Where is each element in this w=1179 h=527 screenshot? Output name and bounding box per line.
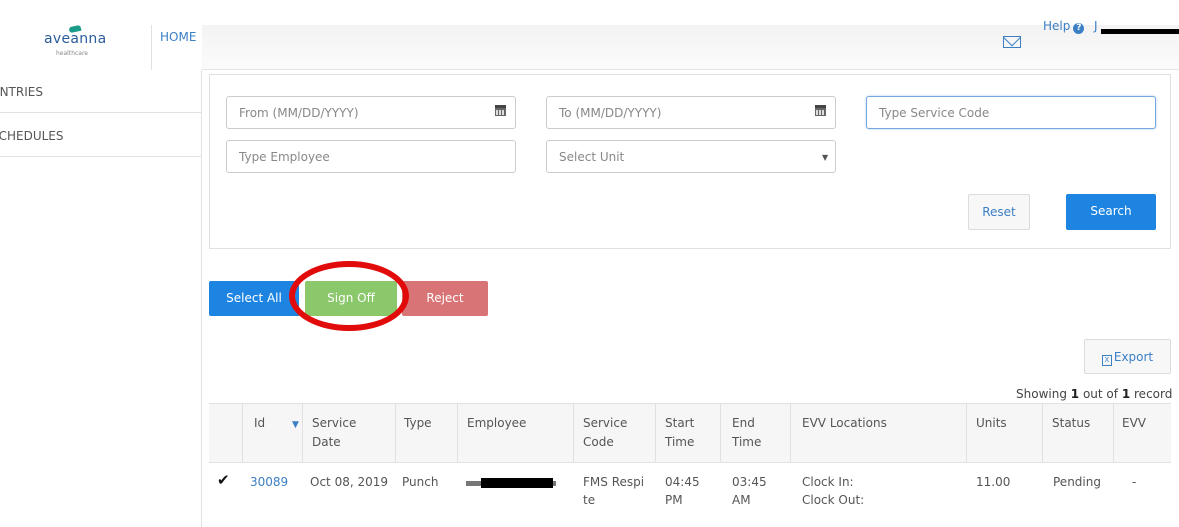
column-header-id[interactable]: Id (254, 414, 265, 433)
showing-current: 1 (1070, 387, 1080, 401)
reject-button[interactable]: Reject (402, 281, 488, 316)
row-end-time-line2: AM (732, 493, 751, 507)
aveanna-logo[interactable]: aveanna healthcare (44, 24, 107, 57)
export-icon: X (1101, 355, 1112, 366)
column-header-employee[interactable]: Employee (467, 414, 526, 433)
column-header-type[interactable]: Type (404, 414, 432, 433)
from-date-field[interactable]: From (MM/DD/YYYY) (226, 96, 516, 129)
help-question-icon: ? (1073, 23, 1085, 34)
column-header-units[interactable]: Units (976, 414, 1007, 433)
column-divider (655, 403, 656, 463)
redacted-username (1101, 29, 1179, 34)
showing-total: 1 (1121, 387, 1131, 401)
column-divider (720, 403, 721, 463)
column-divider (302, 403, 303, 463)
service-code-placeholder: Type Service Code (879, 106, 990, 120)
logo-subtext: healthcare (56, 50, 88, 57)
export-button[interactable]: X Export (1084, 339, 1171, 374)
column-divider (573, 403, 574, 463)
sidebar: ENTRIES SCHEDULES (0, 70, 202, 527)
service-code-input[interactable]: Type Service Code (866, 96, 1156, 129)
search-button[interactable]: Search (1066, 194, 1156, 230)
reset-button[interactable]: Reset (968, 194, 1030, 230)
sort-desc-icon[interactable]: ▼ (292, 420, 299, 430)
column-divider (242, 403, 243, 463)
to-date-placeholder: To (MM/DD/YYYY) (559, 106, 662, 120)
row-evv-clock-out: Clock Out: (802, 493, 865, 507)
row-service-code-line1: FMS Respi (583, 475, 645, 489)
column-divider (966, 403, 967, 463)
sidebar-item-schedules[interactable]: SCHEDULES (0, 114, 202, 157)
showing-middle: out of (1082, 387, 1118, 401)
row-evv: - (1132, 475, 1137, 489)
row-checkbox-checked[interactable]: ✔ (217, 471, 230, 489)
row-start-time-line1: 04:45 (665, 475, 700, 489)
row-end-time-line1: 03:45 (732, 475, 767, 489)
row-id-link[interactable]: 30089 (250, 473, 288, 491)
export-label: Export (1113, 350, 1154, 364)
column-divider (1113, 403, 1114, 463)
column-header-status[interactable]: Status (1052, 414, 1090, 433)
column-header-start-time[interactable]: Start Time (665, 414, 705, 452)
sidebar-item-label: ENTRIES (0, 85, 43, 99)
top-header: aveanna healthcare HOME Help? J (0, 0, 1179, 70)
unit-select[interactable]: Select Unit (546, 140, 836, 173)
highlight-circle-annotation (289, 261, 409, 331)
logo-text: aveanna (44, 31, 107, 47)
redacted-employee-bar (481, 478, 553, 488)
help-link[interactable]: Help? (1043, 19, 1085, 34)
row-service-date: Oct 08, 2019 (310, 475, 388, 489)
row-evv-clock-in: Clock In: (802, 475, 854, 489)
showing-prefix: Showing (1016, 387, 1067, 401)
column-divider (1042, 403, 1043, 463)
chevron-down-icon: ▼ (822, 153, 829, 162)
column-divider (395, 403, 396, 463)
row-status: Pending (1053, 475, 1101, 489)
column-header-service-date[interactable]: Service Date (312, 414, 372, 452)
user-menu[interactable]: J (1094, 19, 1098, 33)
column-divider (457, 403, 458, 463)
employee-placeholder: Type Employee (239, 150, 330, 164)
row-start-time-line2: PM (665, 493, 683, 507)
showing-suffix: record (1134, 387, 1173, 401)
from-date-placeholder: From (MM/DD/YYYY) (239, 106, 359, 120)
calendar-icon[interactable] (815, 105, 826, 116)
unit-select-value: Select Unit (559, 150, 625, 164)
calendar-icon[interactable] (495, 105, 506, 116)
nav-home-tab[interactable]: HOME (160, 30, 196, 44)
record-count-text: Showing 1 out of 1 record (1016, 387, 1172, 401)
active-tab-caret (176, 62, 192, 70)
column-header-evv[interactable]: EVV (1122, 414, 1146, 433)
select-all-button[interactable]: Select All (209, 281, 299, 316)
header-bar (202, 25, 1179, 70)
employee-input[interactable]: Type Employee (226, 140, 516, 173)
sidebar-item-label: SCHEDULES (0, 129, 64, 143)
mail-icon[interactable] (1003, 36, 1021, 48)
row-units: 11.00 (976, 475, 1011, 489)
to-date-field[interactable]: To (MM/DD/YYYY) (546, 96, 836, 129)
column-header-service-code[interactable]: Service Code (583, 414, 638, 452)
row-service-code-line2: te (583, 493, 596, 507)
header-divider (151, 25, 152, 70)
column-divider (790, 403, 791, 463)
sidebar-item-entries[interactable]: ENTRIES (0, 70, 202, 113)
column-header-evv-locations[interactable]: EVV Locations (802, 414, 887, 433)
column-header-end-time[interactable]: End Time (732, 414, 772, 452)
help-label: Help (1043, 19, 1071, 33)
row-type: Punch (402, 475, 439, 489)
